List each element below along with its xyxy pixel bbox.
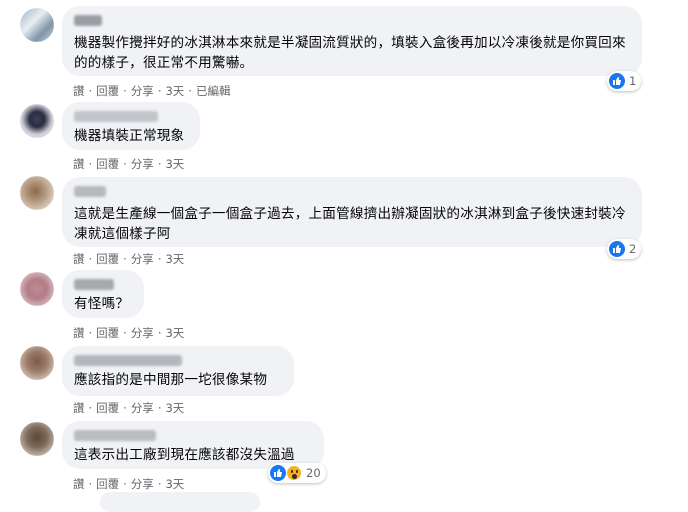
comment-text: 這就是生產線一個盒子一個盒子過去，上面管線擠出辦凝固狀的冰淇淋到盒子後快速封裝冷… (74, 206, 626, 242)
reaction-summary[interactable]: 20 (268, 463, 326, 483)
next-comment-bubble (100, 492, 260, 512)
share-link[interactable]: 分享 (131, 400, 154, 416)
share-link[interactable]: 分享 (131, 476, 154, 492)
avatar[interactable] (20, 104, 54, 138)
timestamp[interactable]: 3天 (165, 400, 184, 416)
reply-link[interactable]: 回覆 (96, 325, 119, 341)
timestamp[interactable]: 3天 (165, 476, 184, 492)
reply-link[interactable]: 回覆 (96, 156, 119, 172)
share-link[interactable]: 分享 (131, 325, 154, 341)
reaction-summary[interactable]: 1 (607, 71, 642, 91)
share-link[interactable]: 分享 (131, 251, 154, 267)
avatar[interactable] (20, 272, 54, 306)
reply-link[interactable]: 回覆 (96, 400, 119, 416)
like-icon (270, 465, 286, 481)
like-icon (609, 241, 625, 257)
comment-bubble: 應該指的是中間那一坨很像某物 (62, 346, 294, 396)
comment-text: 有怪嗎？ (74, 296, 130, 312)
like-link[interactable]: 讚 (73, 251, 85, 267)
timestamp[interactable]: 3天 (165, 83, 184, 99)
comment-text: 應該指的是中間那一坨很像某物 (74, 372, 268, 388)
reaction-summary[interactable]: 2 (607, 239, 642, 259)
avatar[interactable] (20, 422, 54, 456)
reply-link[interactable]: 回覆 (96, 83, 119, 99)
author-name[interactable] (74, 430, 156, 441)
author-name[interactable] (74, 355, 182, 366)
like-icon (609, 73, 625, 89)
edited-label: 已編輯 (195, 84, 231, 98)
wow-icon (286, 465, 302, 481)
timestamp[interactable]: 3天 (165, 325, 184, 341)
reaction-count: 2 (629, 242, 637, 256)
comment-actions: 讚 · 回覆 · 分享 · 3天 (73, 251, 185, 267)
comment-actions: 讚 · 回覆 · 分享 · 3天 (73, 156, 185, 172)
comment-bubble: 有怪嗎？ (62, 270, 144, 318)
author-name[interactable] (74, 15, 102, 26)
like-link[interactable]: 讚 (73, 83, 85, 99)
comment-bubble: 這就是生產線一個盒子一個盒子過去，上面管線擠出辦凝固狀的冰淇淋到盒子後快速封裝冷… (62, 177, 642, 247)
timestamp[interactable]: 3天 (165, 251, 184, 267)
avatar[interactable] (20, 346, 54, 380)
like-link[interactable]: 讚 (73, 400, 85, 416)
author-name[interactable] (74, 279, 114, 290)
comment-actions: 讚 · 回覆 · 分享 · 3天 · 已編輯 (73, 83, 231, 99)
reply-link[interactable]: 回覆 (96, 476, 119, 492)
reply-link[interactable]: 回覆 (96, 251, 119, 267)
comment-bubble: 機器填裝正常現象 (62, 102, 200, 150)
timestamp[interactable]: 3天 (165, 156, 184, 172)
author-name[interactable] (74, 186, 106, 197)
like-link[interactable]: 讚 (73, 325, 85, 341)
avatar[interactable] (20, 8, 54, 42)
comment-text: 這表示出工廠到現在應該都沒失溫過 (74, 447, 295, 463)
comment-text: 機器製作攪拌好的冰淇淋本來就是半凝固流質狀的，填裝入盒後再加以冷凍後就是你買回來… (74, 35, 626, 71)
comment-bubble: 這表示出工廠到現在應該都沒失溫過 (62, 421, 324, 469)
like-link[interactable]: 讚 (73, 156, 85, 172)
comment-text: 機器填裝正常現象 (74, 128, 185, 144)
comment-actions: 讚 · 回覆 · 分享 · 3天 (73, 325, 185, 341)
share-link[interactable]: 分享 (131, 83, 154, 99)
comment-actions: 讚 · 回覆 · 分享 · 3天 (73, 400, 185, 416)
avatar[interactable] (20, 176, 54, 210)
share-link[interactable]: 分享 (131, 156, 154, 172)
comment-bubble: 機器製作攪拌好的冰淇淋本來就是半凝固流質狀的，填裝入盒後再加以冷凍後就是你買回來… (62, 6, 642, 76)
like-link[interactable]: 讚 (73, 476, 85, 492)
reaction-count: 1 (629, 74, 637, 88)
author-name[interactable] (74, 111, 158, 122)
comment-actions: 讚 · 回覆 · 分享 · 3天 (73, 476, 185, 492)
reaction-count: 20 (306, 466, 321, 480)
